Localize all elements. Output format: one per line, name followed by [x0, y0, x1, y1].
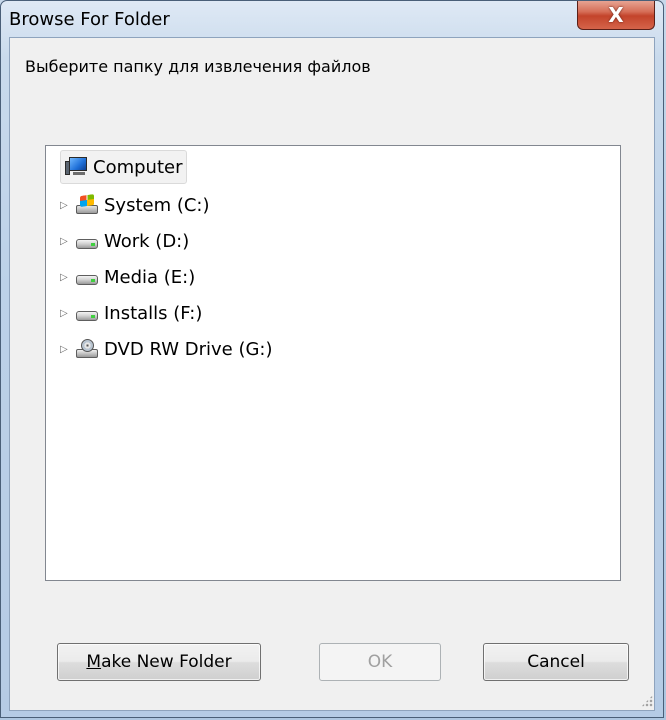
ok-button[interactable]: OK — [319, 643, 441, 681]
expand-arrow-icon[interactable]: ▷ — [60, 308, 74, 319]
expand-arrow-icon[interactable]: ▷ — [60, 236, 74, 247]
close-button[interactable]: X — [577, 1, 655, 30]
hard-drive-icon — [76, 267, 98, 287]
browse-for-folder-window: Browse For Folder X Выберите папку для и… — [0, 0, 664, 718]
folder-tree[interactable]: Computer ▷ System (C:) ▷ Work (D:) ▷ Med… — [45, 145, 621, 581]
accelerator-key: M — [86, 652, 102, 672]
button-label: OK — [367, 652, 393, 672]
tree-item-system-c[interactable]: ▷ System (C:) — [60, 188, 210, 222]
tree-item-computer[interactable]: Computer — [60, 150, 188, 184]
expand-arrow-icon[interactable]: ▷ — [60, 272, 74, 283]
computer-icon — [65, 157, 87, 177]
close-icon: X — [608, 2, 624, 27]
tree-item-work-d[interactable]: ▷ Work (D:) — [60, 224, 189, 258]
tree-item-dvd-g[interactable]: ▷ DVD RW Drive (G:) — [60, 332, 273, 366]
tree-item-label: Media (E:) — [104, 266, 196, 288]
tree-item-label: Work (D:) — [104, 230, 190, 252]
dvd-drive-icon — [76, 339, 98, 359]
system-drive-icon — [76, 194, 98, 215]
expand-arrow-icon[interactable]: ▷ — [60, 200, 74, 211]
make-new-folder-button[interactable]: Make New Folder — [57, 643, 261, 681]
tree-item-label: System (C:) — [104, 194, 210, 216]
tree-item-label: Installs (F:) — [104, 302, 203, 324]
tree-item-label: DVD RW Drive (G:) — [104, 338, 273, 360]
expand-arrow-icon[interactable]: ▷ — [60, 344, 74, 355]
hard-drive-icon — [76, 231, 98, 251]
instruction-text: Выберите папку для извлечения файлов — [25, 57, 371, 76]
tree-item-installs-f[interactable]: ▷ Installs (F:) — [60, 296, 202, 330]
cancel-button[interactable]: Cancel — [483, 643, 629, 681]
tree-item-media-e[interactable]: ▷ Media (E:) — [60, 260, 195, 294]
titlebar[interactable]: Browse For Folder X — [1, 1, 663, 37]
button-label: Cancel — [527, 652, 585, 672]
window-title: Browse For Folder — [9, 9, 170, 30]
hard-drive-icon — [76, 303, 98, 323]
tree-item-label: Computer — [93, 156, 183, 178]
button-label: ake New Folder — [101, 652, 232, 672]
